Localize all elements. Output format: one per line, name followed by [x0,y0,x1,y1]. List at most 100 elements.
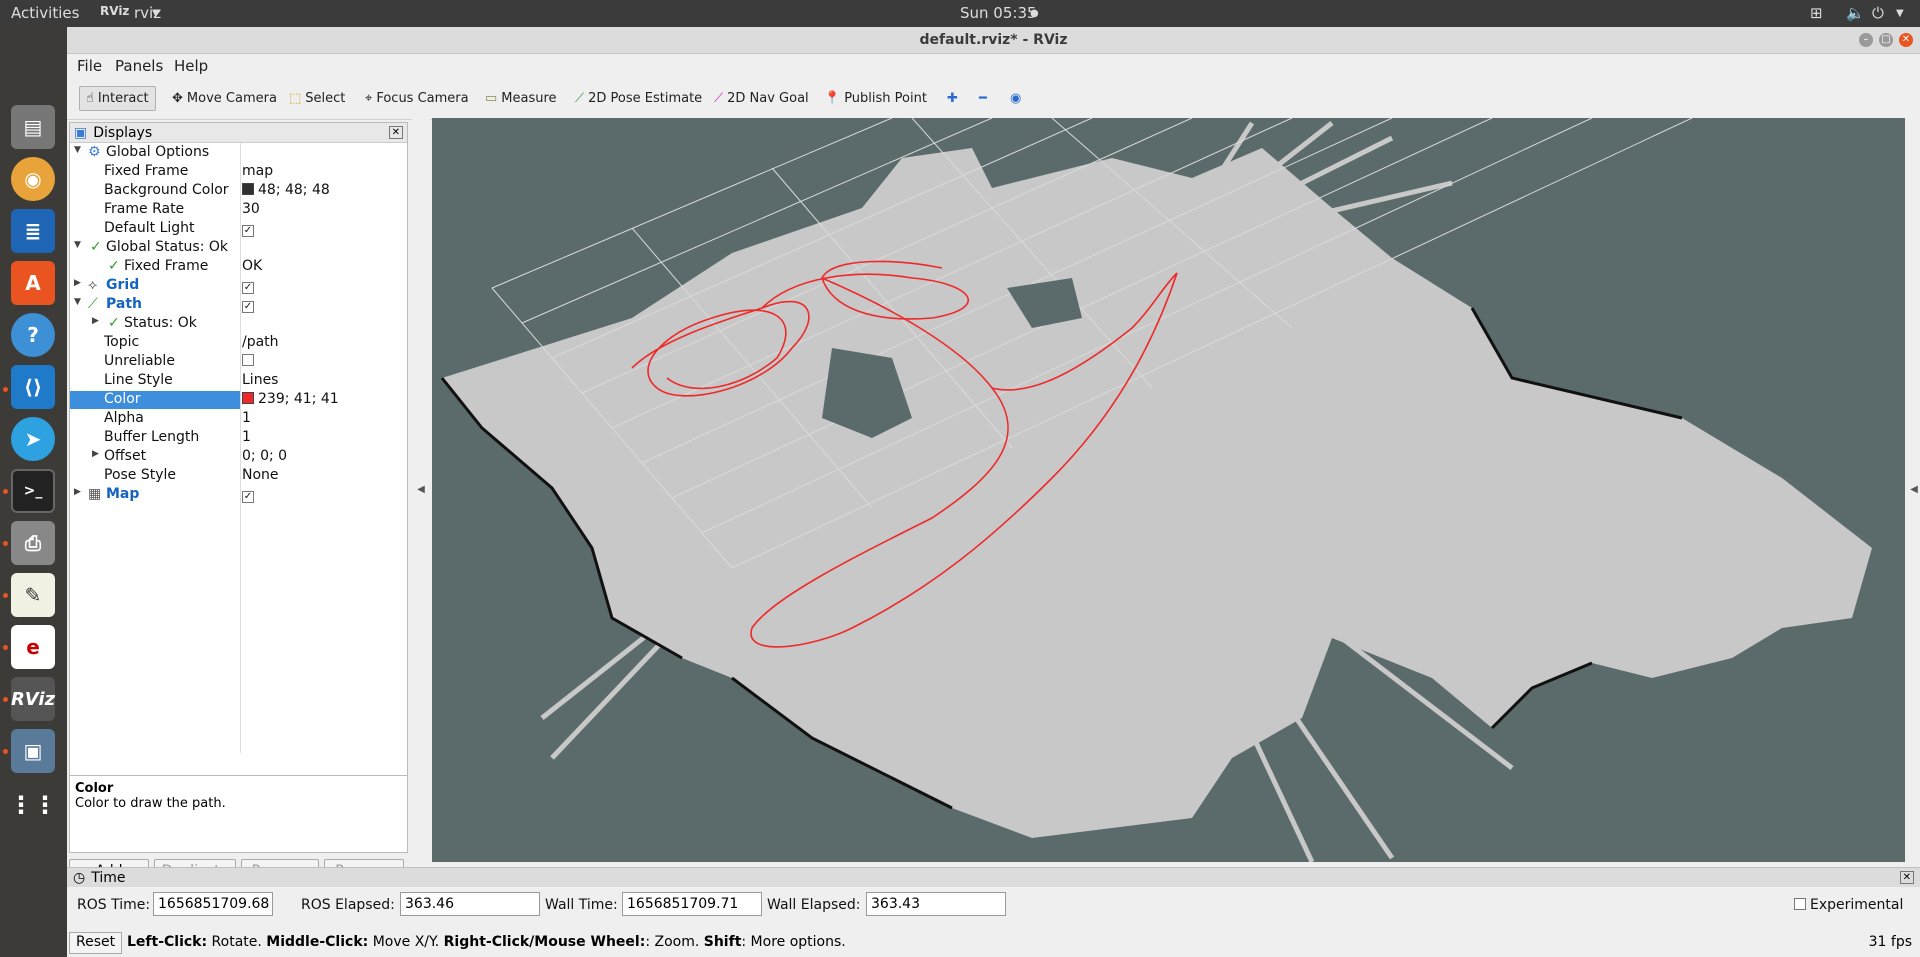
expand-right-icon[interactable]: ▶ [92,449,99,459]
help-icon[interactable]: ? [11,313,55,357]
right-splitter[interactable]: ◀ [1905,118,1920,862]
expand-right-icon[interactable]: ▶ [92,316,99,326]
tree-row-status[interactable]: ▶ ✓ Status: Ok [70,314,407,333]
activities-button[interactable]: Activities [11,4,79,22]
rhythmbox-icon[interactable]: ◉ [11,157,55,201]
expand-right-icon[interactable]: ▶ [74,487,81,497]
row-value[interactable]: 0; 0; 0 [242,448,287,464]
expand-down-icon[interactable]: ▼ [74,145,81,155]
rviz-app-icon: RViz [100,4,130,18]
nav-goal-tool[interactable]: ⟋ 2D Nav Goal [708,86,815,111]
ros-elapsed-field[interactable]: 363.46 [400,892,540,916]
row-value[interactable]: 30 [242,201,260,217]
title-bar: default.rviz* - RViz – □ ✕ [67,27,1920,54]
vscode-icon[interactable]: ⟨⟩ [11,365,55,409]
screenshot-icon[interactable]: ▣ [11,729,55,773]
row-label: Path [106,296,142,312]
tree-row-default-light[interactable]: Default Light ✓ [70,219,407,238]
document-viewer-icon[interactable]: e [11,625,55,669]
checkbox[interactable]: ✓ [242,486,254,503]
chevron-down-icon[interactable]: ▼ [1896,8,1904,19]
publish-point-tool[interactable]: 📍 Publish Point [818,86,933,111]
ros-time-field[interactable]: 1656851709.68 [153,892,273,916]
row-value[interactable]: 239; 41; 41 [242,391,339,407]
tree-row-fixed-frame[interactable]: Fixed Frame map [70,162,407,181]
tree-row-path[interactable]: ▼ ⟋ Path ✓ [70,295,407,314]
tree-row-alpha[interactable]: Alpha 1 [70,409,407,428]
tree-row-global-options[interactable]: ▼ ⚙ Global Options [70,143,407,162]
row-value[interactable]: map [242,163,273,179]
close-panel-icon[interactable]: ✕ [388,126,403,139]
tree-row-offset[interactable]: ▶ Offset 0; 0; 0 [70,447,407,466]
row-value[interactable]: 48; 48; 48 [242,182,330,198]
volume-icon[interactable]: 🔈 [1846,4,1865,22]
tree-row-global-status[interactable]: ▼ ✓ Global Status: Ok [70,238,407,257]
reset-button[interactable]: Reset [69,932,123,954]
help-key: Left-Click: [127,934,208,950]
minimize-icon[interactable]: – [1859,33,1873,47]
tree-row-map[interactable]: ▶ ▦ Map ✓ [70,485,407,504]
view-options-button[interactable]: ◉ [1004,86,1027,111]
text-editor-icon[interactable]: ✎ [11,573,55,617]
experimental-checkbox[interactable]: Experimental [1794,897,1903,913]
pose-estimate-tool[interactable]: ⟋ 2D Pose Estimate [569,86,708,111]
row-label: Global Options [106,144,210,160]
row-value[interactable]: Lines [242,372,278,388]
checkbox[interactable]: ✓ [242,277,254,294]
add-tool-button[interactable]: ✚ [941,86,964,111]
close-panel-icon[interactable]: ✕ [1899,871,1914,884]
rviz-icon[interactable]: RViz [11,677,55,721]
select-tool[interactable]: ⬚ Select [283,86,351,111]
row-value[interactable]: /path [242,334,279,350]
close-icon[interactable]: ✕ [1899,33,1913,47]
row-value[interactable]: 1 [242,429,251,445]
row-label: Default Light [104,220,195,236]
checkbox[interactable]: ✓ [242,296,254,313]
writer-icon[interactable]: ≣ [11,209,55,253]
left-splitter[interactable]: ◀ [412,118,430,862]
printer-icon[interactable]: ⎙ [11,521,55,565]
tree-row-pose-style[interactable]: Pose Style None [70,466,407,485]
tree-row-grid[interactable]: ▶ ⟡ Grid ✓ [70,276,407,295]
checkbox[interactable]: ✓ [242,220,254,237]
fps-counter: 31 fps [1868,934,1912,950]
checkbox[interactable] [242,353,254,369]
tree-row-background-color[interactable]: Background Color 48; 48; 48 [70,181,407,200]
clock[interactable]: Sun 05:35 [960,4,1037,22]
expand-down-icon[interactable]: ▼ [74,297,81,307]
check-icon: ✓ [242,225,254,237]
render-viewport[interactable] [432,118,1905,862]
network-icon[interactable]: ⊞ [1810,4,1823,22]
maximize-icon[interactable]: □ [1879,33,1893,47]
interact-tool[interactable]: ☝ Interact [79,86,156,111]
move-camera-tool[interactable]: ✥ Move Camera [166,86,283,111]
tree-row-frame-rate[interactable]: Frame Rate 30 [70,200,407,219]
software-center-icon[interactable]: A [11,261,55,305]
files-icon[interactable]: ▤ [11,105,55,149]
app-grid-icon[interactable]: ⋮⋮ [9,783,57,827]
wall-time-label: Wall Time: [545,897,618,913]
menu-help[interactable]: Help [174,57,208,75]
help-text: Rotate. [207,934,267,950]
wall-time-field[interactable]: 1656851709.71 [622,892,762,916]
tree-row-buffer-length[interactable]: Buffer Length 1 [70,428,407,447]
focus-camera-tool[interactable]: ⌖ Focus Camera [359,86,475,111]
terminal-icon[interactable]: >_ [11,469,55,513]
tree-row-color[interactable]: Color 239; 41; 41 [70,390,407,409]
row-label: Map [106,486,140,502]
expand-right-icon[interactable]: ▶ [74,278,81,288]
power-icon[interactable]: ⏻ [1872,4,1884,22]
tree-row-topic[interactable]: Topic /path [70,333,407,352]
row-value[interactable]: None [242,467,279,483]
row-value[interactable]: 1 [242,410,251,426]
tree-row-line-style[interactable]: Line Style Lines [70,371,407,390]
remove-tool-button[interactable]: ━ [973,86,993,111]
expand-down-icon[interactable]: ▼ [74,240,81,250]
telegram-icon[interactable]: ➤ [11,417,55,461]
tree-row-fixed-frame-status[interactable]: ✓ Fixed Frame OK [70,257,407,276]
tree-row-unreliable[interactable]: Unreliable [70,352,407,371]
measure-tool[interactable]: ▭ Measure [479,86,563,111]
menu-file[interactable]: File [77,57,102,75]
menu-panels[interactable]: Panels [115,57,163,75]
wall-elapsed-field[interactable]: 363.43 [866,892,1006,916]
